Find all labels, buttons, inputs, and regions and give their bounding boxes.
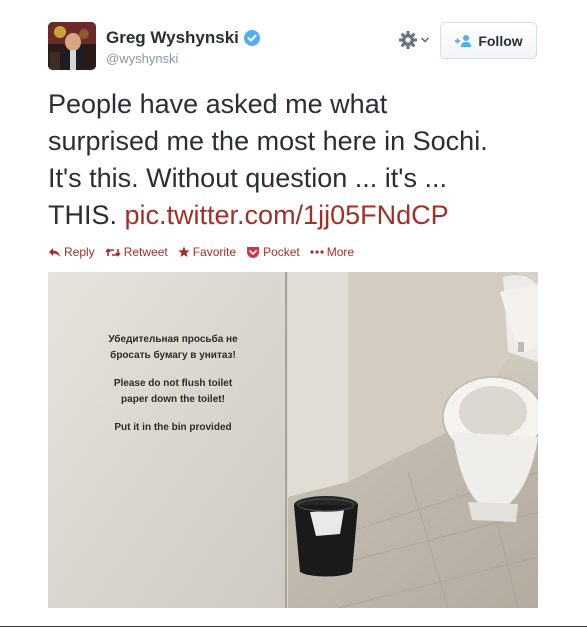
chevron-down-icon bbox=[420, 37, 430, 43]
sign-russian-line-2: бросать бумагу в унитаз! bbox=[110, 350, 236, 361]
reply-action[interactable]: Reply bbox=[48, 245, 95, 259]
tweet-actions: Reply Retweet Favorite Pocket More bbox=[48, 245, 354, 259]
sign-english-line-1: Please do not flush toilet bbox=[113, 378, 233, 389]
tweet-line-2: surprised me the most here in Sochi. bbox=[48, 126, 488, 156]
avatar[interactable] bbox=[48, 22, 96, 70]
avatar-image bbox=[48, 22, 96, 70]
follow-person-plus-icon bbox=[455, 34, 472, 47]
trash-bin bbox=[294, 496, 358, 577]
author-handle[interactable]: @wyshynski bbox=[106, 51, 178, 66]
sign-english-line-3: Put it in the bin provided bbox=[114, 422, 232, 433]
retweet-icon bbox=[105, 247, 121, 257]
bottom-divider bbox=[0, 626, 587, 627]
tweet-text: People have asked me what surprised me t… bbox=[48, 86, 568, 234]
favorite-label: Favorite bbox=[192, 245, 237, 259]
more-label: More bbox=[326, 245, 355, 259]
sign-russian-line-1: Убедительная просьба не bbox=[108, 334, 238, 345]
author-name[interactable]: Greg Wyshynski bbox=[106, 28, 239, 48]
tweet-line-3: It's this. Without question ... it's ... bbox=[48, 163, 447, 193]
more-dots-icon bbox=[310, 250, 324, 254]
reply-label: Reply bbox=[64, 245, 95, 259]
favorite-action[interactable]: Favorite bbox=[178, 245, 236, 259]
gear-icon bbox=[399, 31, 417, 49]
tweet-media-link[interactable]: pic.twitter.com/1jj05FNdCP bbox=[125, 200, 449, 230]
follow-label: Follow bbox=[478, 32, 523, 49]
more-action[interactable]: More bbox=[310, 245, 354, 259]
pocket-action[interactable]: Pocket bbox=[246, 245, 300, 259]
retweet-label: Retweet bbox=[123, 245, 168, 259]
star-icon bbox=[178, 246, 190, 257]
retweet-action[interactable]: Retweet bbox=[105, 245, 168, 259]
tweet-options-menu[interactable] bbox=[398, 30, 430, 50]
verified-badge-icon bbox=[243, 30, 260, 46]
pocket-label: Pocket bbox=[263, 245, 300, 259]
follow-button[interactable]: Follow bbox=[440, 22, 537, 59]
pocket-icon bbox=[247, 246, 260, 258]
tweet-line-4: THIS. bbox=[48, 200, 125, 230]
author-name-row[interactable]: Greg Wyshynski bbox=[106, 28, 260, 48]
tweet-photo[interactable]: Убедительная просьба не бросать бумагу в… bbox=[48, 272, 538, 608]
warning-sign: Убедительная просьба не бросать бумагу в… bbox=[68, 332, 278, 482]
sign-english-line-2: paper down the toilet! bbox=[121, 394, 225, 405]
tweet-line-1: People have asked me what bbox=[48, 89, 388, 119]
reply-icon bbox=[49, 247, 60, 257]
